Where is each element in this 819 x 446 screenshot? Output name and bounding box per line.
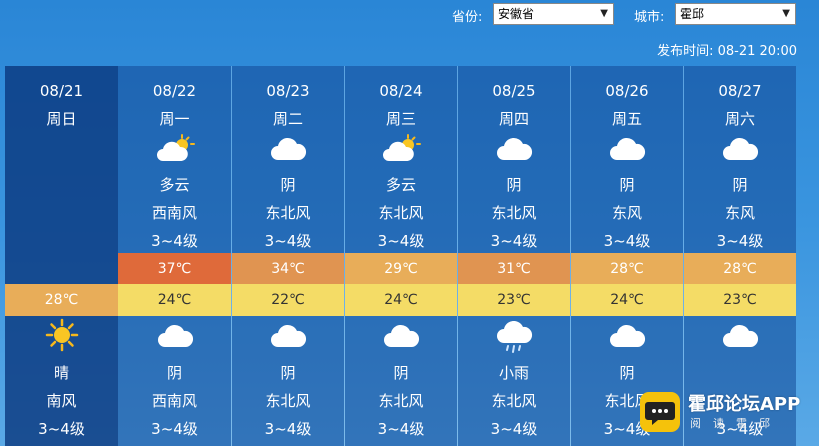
night-wind-direction: 西南风 xyxy=(151,392,197,410)
night-wind-direction: 东北风 xyxy=(378,392,424,410)
chat-bubble-icon xyxy=(640,392,680,432)
cloud-icon xyxy=(571,134,683,164)
night-wind-level: 3~4级 xyxy=(490,420,538,438)
today-wind-level: 3~4级 xyxy=(38,420,85,438)
day-wind-level: 3~4级 xyxy=(490,232,538,250)
low-temperature: 24℃ xyxy=(118,284,231,316)
day-weather: 阴 xyxy=(732,176,748,194)
publish-time: 发布时间: 08-21 20:00 xyxy=(657,40,797,59)
city-select[interactable]: 霍邱 ▼ xyxy=(675,3,796,25)
sun-icon xyxy=(5,318,118,352)
forecast-day-column: 08/25 周四阴东北风 3~4级 31℃ 23℃ 小雨 东北风 3~4级 xyxy=(457,66,570,446)
night-wind-direction: 东北风 xyxy=(265,392,311,410)
today-weather: 晴 xyxy=(53,364,69,382)
night-wind-level: 3~4级 xyxy=(264,420,312,438)
day-weekday: 周四 xyxy=(498,110,529,128)
day-weekday: 周三 xyxy=(385,110,416,128)
day-wind-direction: 东北风 xyxy=(491,204,537,222)
province-label: 省份: xyxy=(452,10,483,25)
publish-label: 发布时间: xyxy=(657,44,714,59)
today-date: 08/21 xyxy=(39,82,84,100)
day-wind-direction: 东风 xyxy=(611,204,642,222)
cloud-icon xyxy=(232,321,344,351)
high-temperature: 29℃ xyxy=(345,253,457,285)
night-weather: 阴 xyxy=(280,364,296,382)
top-bar: 省份: 安徽省 ▼ 城市: 霍邱 ▼ 发布时间: 08-21 20:00 xyxy=(0,0,819,62)
day-wind-level: 3~4级 xyxy=(377,232,425,250)
day-wind-level: 3~4级 xyxy=(603,232,651,250)
cloud-icon xyxy=(684,321,796,351)
night-weather: 阴 xyxy=(393,364,409,382)
day-wind-level: 3~4级 xyxy=(151,232,198,250)
night-weather: 阴 xyxy=(619,364,635,382)
high-temperature: 28℃ xyxy=(684,253,796,285)
dropdown-arrow-icon: ▼ xyxy=(782,8,790,19)
low-temperature: 24℃ xyxy=(345,284,457,316)
today-weekday: 周日 xyxy=(46,110,77,128)
cloud-icon xyxy=(684,134,796,164)
cloud-icon xyxy=(118,321,231,351)
night-weather: 阴 xyxy=(166,364,182,382)
day-wind-direction: 东北风 xyxy=(265,204,311,222)
high-temperature: 37℃ xyxy=(118,253,231,285)
today-column: 08/21 周日 28℃ 晴 南风 3~4级 xyxy=(5,66,118,446)
high-temperature: 34℃ xyxy=(232,253,344,285)
day-weather: 阴 xyxy=(280,176,296,194)
day-date: 08/22 xyxy=(152,82,197,100)
city-value: 霍邱 xyxy=(680,7,705,21)
day-wind-direction: 东风 xyxy=(724,204,755,222)
forecast-day-column: 08/23 周二阴东北风 3~4级 34℃ 22℃ 阴东北风 3~4级 xyxy=(231,66,344,446)
day-wind-direction: 东北风 xyxy=(378,204,424,222)
night-wind-level: 3~4级 xyxy=(377,420,425,438)
night-wind-direction: 东北风 xyxy=(491,392,537,410)
day-weather: 多云 xyxy=(385,176,416,194)
rain-icon xyxy=(458,321,570,355)
today-wind-direction: 南风 xyxy=(46,392,77,410)
night-weather: 小雨 xyxy=(498,364,529,382)
high-temperature: 28℃ xyxy=(571,253,683,285)
partly-cloudy-icon xyxy=(118,134,231,164)
day-date: 08/27 xyxy=(718,82,762,100)
low-temperature: 23℃ xyxy=(684,284,796,316)
day-weather: 多云 xyxy=(159,176,190,194)
cloud-icon xyxy=(345,321,457,351)
city-label: 城市: xyxy=(634,10,665,25)
low-temperature: 22℃ xyxy=(232,284,344,316)
watermark-subtitle: 阅读霍邱 xyxy=(690,417,782,430)
day-weekday: 周五 xyxy=(611,110,642,128)
publish-time-value: 08-21 20:00 xyxy=(717,44,797,59)
watermark-title: 霍邱论坛APP xyxy=(688,394,801,415)
forum-app-watermark: 霍邱论坛APP 阅读霍邱 xyxy=(640,388,810,438)
day-weekday: 周二 xyxy=(272,110,303,128)
cloud-icon xyxy=(232,134,344,164)
day-wind-level: 3~4级 xyxy=(716,232,764,250)
forecast-day-column: 08/24 周三 多云 东北风 3~4级 29℃ 24℃ 阴东北风 3~4级 xyxy=(344,66,457,446)
day-weekday: 周六 xyxy=(724,110,755,128)
day-date: 08/26 xyxy=(605,82,649,100)
cloud-icon xyxy=(458,134,570,164)
cloud-icon xyxy=(571,321,683,351)
province-select[interactable]: 安徽省 ▼ xyxy=(493,3,614,25)
province-value: 安徽省 xyxy=(498,7,535,21)
day-wind-level: 3~4级 xyxy=(264,232,312,250)
forecast-day-column: 08/22 周一 多云 西南风 3~4级 37℃ 24℃ 阴西南风 3~4级 xyxy=(118,66,231,446)
day-wind-direction: 西南风 xyxy=(151,204,197,222)
day-weekday: 周一 xyxy=(159,110,190,128)
day-weather: 阴 xyxy=(506,176,522,194)
day-date: 08/24 xyxy=(379,82,423,100)
day-weather: 阴 xyxy=(619,176,635,194)
day-date: 08/23 xyxy=(266,82,310,100)
low-temperature: 23℃ xyxy=(458,284,570,316)
dropdown-arrow-icon: ▼ xyxy=(600,8,608,19)
day-date: 08/25 xyxy=(492,82,536,100)
high-temperature: 31℃ xyxy=(458,253,570,285)
night-wind-level: 3~4级 xyxy=(151,420,198,438)
today-temp: 28℃ xyxy=(5,284,118,316)
low-temperature: 24℃ xyxy=(571,284,683,316)
partly-cloudy-icon xyxy=(345,134,457,164)
